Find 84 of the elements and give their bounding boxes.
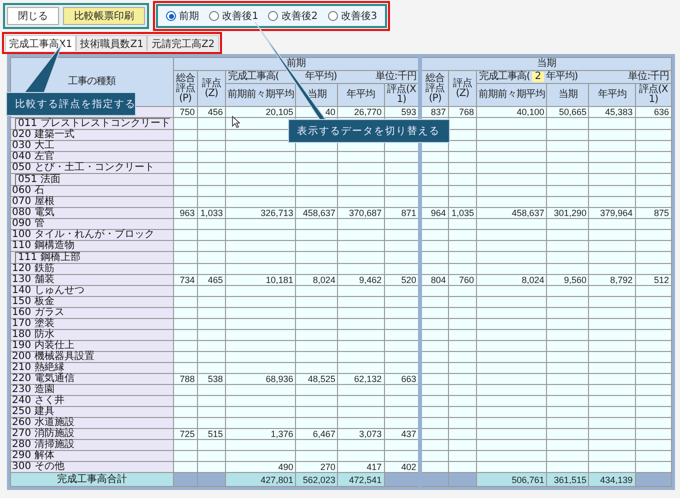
column-header: 評点(X1) — [635, 84, 672, 106]
row-label: 190 内装仕上 — [12, 340, 74, 351]
row-label: 020 建築一式 — [12, 129, 74, 140]
table-cell: 472,541 — [338, 472, 384, 486]
sales-header-suffix: 年平均) — [546, 72, 578, 82]
radio-button[interactable] — [328, 11, 338, 21]
radio-label[interactable]: 改善後1 — [222, 9, 258, 23]
row-label: 130 舗装 — [12, 274, 54, 285]
print-button[interactable]: 比較帳票印刷 — [63, 7, 145, 25]
column-header: 評点(Z) — [197, 70, 226, 106]
unit-label: 単位:千円 — [375, 72, 416, 82]
row-label: 060 石 — [12, 185, 44, 196]
table-cell: 1,376 — [225, 428, 296, 440]
row-label: 030 大工 — [12, 140, 54, 151]
cursor-icon — [232, 116, 240, 128]
sales-header: 完成工事高( — [479, 72, 530, 82]
row-label: 220 電気通信 — [12, 373, 74, 384]
row-label: 050 とび・土工・コンクリート — [12, 162, 154, 173]
table-cell: 562,023 — [296, 472, 338, 486]
column-header: 年平均 — [588, 84, 636, 106]
table-cell: 361,515 — [546, 472, 589, 486]
table-cell: 40,100 — [476, 106, 547, 118]
column-header: 前期前々期平均 — [225, 84, 296, 106]
sales-header-suffix: 年平均) — [304, 72, 337, 82]
table-cell: 506,761 — [476, 472, 547, 486]
table-cell: 434,139 — [588, 472, 636, 486]
row-label: 090 管 — [12, 218, 44, 229]
row-label: 011 プレストレストコンクリート — [15, 118, 170, 129]
row-label: 170 塗装 — [12, 318, 54, 329]
row-label: 160 ガラス — [12, 307, 64, 318]
table-cell: 10,181 — [225, 274, 296, 286]
radio-button[interactable] — [209, 11, 219, 21]
row-label: 140 しゅんせつ — [12, 285, 84, 296]
table-cell: 837 — [420, 106, 448, 118]
row-label: 100 タイル・れんが・ブロック — [12, 229, 154, 240]
row-label: 280 清掃施設 — [12, 439, 74, 450]
column-header: 年平均 — [338, 84, 384, 106]
row-label: 111 鋼橋上部 — [15, 252, 80, 263]
table-cell: 8,024 — [476, 274, 547, 286]
table-cell: 964 — [420, 208, 448, 218]
row-label: 180 防水 — [12, 329, 54, 340]
radio-button[interactable] — [166, 11, 176, 21]
table-cell: 458,637 — [476, 208, 547, 218]
tab[interactable]: 元請完工高Z2 — [147, 35, 219, 51]
row-label: 230 造園 — [12, 384, 54, 395]
row-label: 051 法面 — [15, 174, 60, 185]
close-button[interactable]: 閉じる — [7, 7, 59, 25]
column-header: 当期 — [546, 84, 589, 106]
radio-button[interactable] — [268, 11, 278, 21]
callout: 表示するデータを切り替える — [288, 119, 450, 143]
row-label: 120 鉄筋 — [12, 263, 54, 274]
row-label: 040 左官 — [12, 151, 54, 162]
radio-label[interactable]: 前期 — [179, 9, 199, 23]
table-cell: 326,713 — [225, 208, 296, 218]
column-header: 総合評点(P) — [173, 70, 198, 106]
tab[interactable]: 技術職員数Z1 — [76, 35, 148, 51]
table-cell: 427,801 — [225, 472, 296, 486]
column-header: 総合評点(P) — [420, 70, 448, 106]
radio-label[interactable]: 改善後2 — [281, 9, 318, 23]
table-cell: 68,936 — [225, 374, 296, 384]
column-header: 評点(Z) — [448, 70, 476, 106]
callout: 比較する評点を指定する — [6, 92, 136, 116]
row-label: 110 鋼構造物 — [12, 240, 74, 251]
row-label: 270 消防施設 — [12, 428, 74, 439]
row-label: 290 解体 — [12, 450, 54, 461]
years-value: 2 — [532, 72, 544, 82]
unit-label: 単位:千円 — [628, 72, 669, 82]
column-header: 前期前々期平均 — [476, 84, 547, 106]
row-label: 250 建具 — [12, 406, 54, 417]
radio-label[interactable]: 改善後3 — [340, 9, 378, 23]
total-label: 完成工事高合計 — [10, 472, 174, 486]
table-cell: 490 — [225, 462, 296, 472]
row-label: 070 屋根 — [12, 196, 54, 207]
row-label: 080 電気 — [12, 207, 54, 218]
sales-header: 完成工事高( — [228, 72, 279, 82]
row-label: 210 熱絶縁 — [12, 362, 64, 373]
column-header: 当期 — [420, 58, 672, 70]
column-header: 前期 — [173, 58, 420, 70]
row-label: 200 機械器具設置 — [12, 351, 94, 362]
row-label: 150 板金 — [12, 296, 54, 307]
row-label: 260 水道施設 — [12, 417, 74, 428]
table-cell: 804 — [420, 274, 448, 286]
row-label: 300 その他 — [12, 461, 64, 472]
row-label: 240 さく井 — [12, 395, 64, 406]
